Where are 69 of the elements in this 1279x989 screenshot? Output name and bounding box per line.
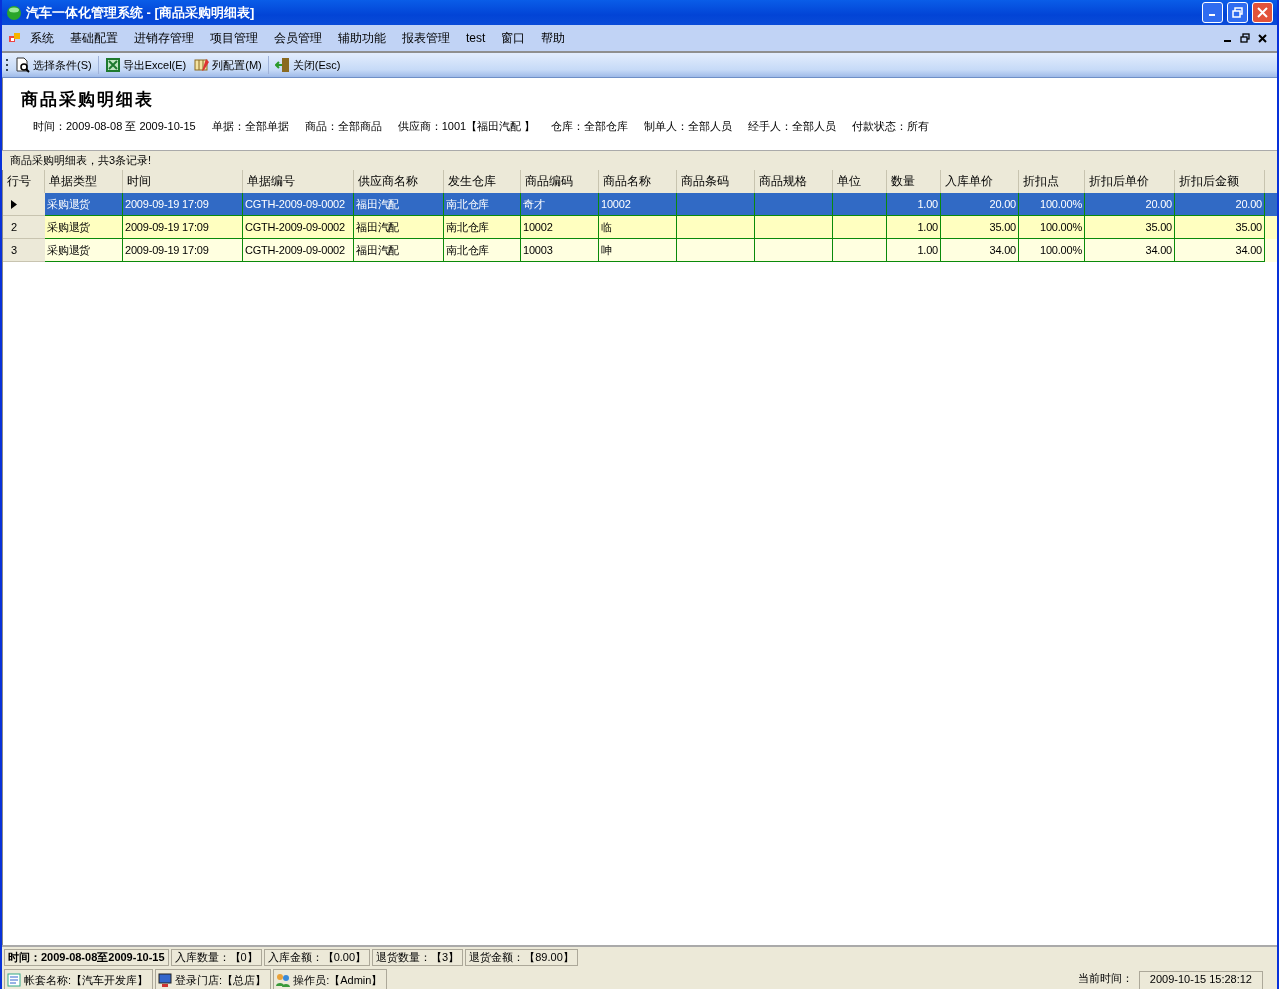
filter-text: 制单人：全部人员 <box>644 119 733 134</box>
filter-text: 单据：全部单据 <box>211 119 289 134</box>
notebook-icon <box>6 972 22 988</box>
close-icon <box>1257 7 1268 18</box>
grip-icon <box>6 57 9 73</box>
restore-icon <box>1232 7 1243 18</box>
table-row[interactable]: 2 采购退货 2009-09-19 17:09 CGTH-2009-09-0002 福田汽配 南北仓库 10002 临 1.00 35.00 100.00% 35.00 35.00 <box>3 216 1277 239</box>
magnifier-icon <box>15 57 31 73</box>
summary-item: 入库数量：【0】 <box>170 948 262 966</box>
menu-item[interactable]: 窗口 <box>493 29 534 47</box>
door-exit-icon <box>274 57 291 73</box>
users-icon <box>275 972 292 988</box>
toolbar-button[interactable]: 导出Excel(E) <box>102 57 189 73</box>
table-cell: 福田汽配 <box>354 239 444 262</box>
close-icon <box>1258 33 1267 43</box>
table-cell: 2009-09-19 17:09 <box>123 239 243 262</box>
filter-text: 时间：2009-08-08 至 2009-10-15 <box>33 119 196 134</box>
restore-icon <box>1240 33 1250 43</box>
status-item: 登录门店:【总店】 <box>155 969 272 989</box>
status-item: 帐套名称:【汽车开发库】 <box>4 969 154 989</box>
menu-item[interactable]: 报表管理 <box>394 29 458 47</box>
table-cell <box>833 239 887 262</box>
table-cell: 1.00 <box>887 239 941 262</box>
menu-item[interactable]: 进销存管理 <box>126 29 202 47</box>
table-cell: 34.00 <box>1175 239 1265 262</box>
window-title: 汽车一体化管理系统 - [商品采购明细表] <box>26 3 256 22</box>
columns-icon <box>194 57 211 73</box>
toolbar-button[interactable]: 关闭(Esc) <box>272 57 343 73</box>
row-number[interactable]: 3 <box>3 239 45 262</box>
report-title: 商品采购明细表 <box>21 88 155 111</box>
toolbar-button[interactable]: 选择条件(S) <box>13 57 94 73</box>
table-row[interactable]: 3 采购退货 2009-09-19 17:09 CGTH-2009-09-0002 福田汽配 南北仓库 10003 呻 1.00 34.00 100.00% 34.00 34.00 <box>3 239 1277 262</box>
menu-item[interactable]: 基础配置 <box>62 29 126 47</box>
table-cell: 呻 <box>599 239 677 262</box>
table-cell: 34.00 <box>941 239 1019 262</box>
row-header[interactable] <box>3 193 45 216</box>
filter-text: 付款状态：所有 <box>852 119 930 134</box>
table-cell: CGTH-2009-09-0002 <box>243 239 354 262</box>
menu-item[interactable]: 辅助功能 <box>330 29 394 47</box>
app-icon <box>6 4 22 21</box>
table-cell: 34.00 <box>1085 239 1175 262</box>
summary-item: 入库金额：【0.00】 <box>263 948 371 966</box>
table-cell: 100.00% <box>1019 239 1085 262</box>
document-menu-icon[interactable] <box>8 31 22 45</box>
menu-item[interactable]: 帮助 <box>533 29 574 47</box>
row-pointer-icon <box>11 199 18 209</box>
filter-text: 供应商：1001【福田汽配 】 <box>397 119 536 134</box>
menu-item[interactable]: 项目管理 <box>202 29 266 47</box>
summary-item: 退货数量：【3】 <box>372 948 464 966</box>
toolbar-button[interactable]: 列配置(M) <box>192 57 264 73</box>
record-count: 商品采购明细表，共3条记录! <box>2 150 1277 170</box>
filter-text: 仓库：全部仓库 <box>551 119 629 134</box>
row-number[interactable]: 2 <box>3 216 45 239</box>
menu-item[interactable]: 系统 <box>22 29 62 47</box>
table-cell: 采购退货 <box>45 239 123 262</box>
table-cell: 南北仓库 <box>444 239 521 262</box>
menu-item[interactable]: test <box>458 31 494 45</box>
summary-item: 时间：2009-08-08至2009-10-15 <box>4 948 169 966</box>
computer-icon <box>157 972 174 988</box>
status-item: 操作员:【Admin】 <box>273 969 388 989</box>
filter-text: 商品：全部商品 <box>304 119 382 134</box>
table-row[interactable]: 采购退货 2009-09-19 17:09 CGTH-2009-09-0002 福田汽配 南北仓库 奇才 10002 1.00 20.00 100.00% 20.00 20.00 <box>3 193 1277 216</box>
time-label: 当前时间： <box>1076 971 1134 986</box>
table-cell: 10003 <box>521 239 599 262</box>
current-time: 2009-10-15 15:28:12 <box>1138 971 1263 989</box>
menu-item[interactable]: 会员管理 <box>266 29 330 47</box>
summary-item: 退货金额：【89.00】 <box>465 948 578 966</box>
spreadsheet-icon <box>104 57 121 73</box>
filter-text: 经手人：全部人员 <box>748 119 837 134</box>
